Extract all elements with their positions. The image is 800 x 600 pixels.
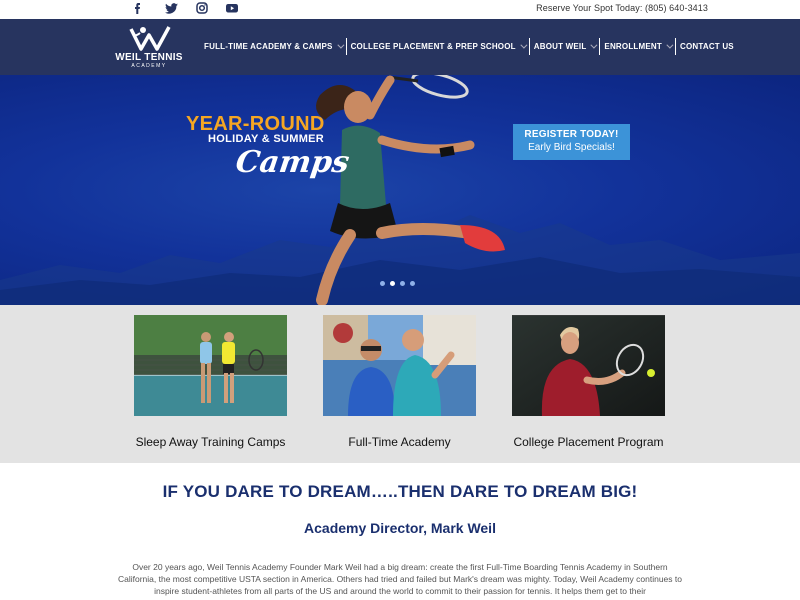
social-links (129, 1, 249, 15)
facebook-icon[interactable] (129, 1, 159, 15)
full-time-academy-image (323, 315, 476, 416)
slider-dot-4[interactable] (410, 281, 415, 286)
register-today-button[interactable]: REGISTER TODAY! Early Bird Specials! (513, 124, 630, 160)
logo-name: WEIL TENNIS (115, 52, 183, 63)
college-placement-image (512, 315, 665, 416)
main-headline: IF YOU DARE TO DREAM…..THEN DARE TO DREA… (162, 482, 638, 501)
hero-title-camps: Camps (233, 145, 352, 180)
nav-item-full-time-academy[interactable]: FULL-TIME ACADEMY & CAMPS (200, 38, 346, 55)
nav-item-contact-us[interactable]: CONTACT US (674, 38, 738, 55)
nav-item-label: COLLEGE PLACEMENT & PREP SCHOOL (350, 42, 516, 51)
intro-paragraph: Over 20 years ago, Weil Tennis Academy F… (118, 562, 682, 596)
hero-title-holiday-summer: HOLIDAY & SUMMER (208, 133, 325, 145)
instagram-icon[interactable] (189, 1, 219, 15)
program-caption: Full-Time Academy (348, 435, 451, 449)
twitter-icon[interactable] (159, 1, 189, 15)
nav-menu: FULL-TIME ACADEMY & CAMPS COLLEGE PLACEM… (200, 38, 738, 55)
director-subheading: Academy Director, Mark Weil (304, 520, 496, 536)
slider-dot-2[interactable] (390, 281, 395, 286)
program-caption: Sleep Away Training Camps (135, 435, 286, 449)
top-bar: Reserve Your Spot Today: (805) 640-3413 (0, 0, 800, 19)
main-navbar: WEIL TENNIS ACADEMY FULL-TIME ACADEMY & … (0, 19, 800, 75)
tennis-player-image (316, 75, 505, 305)
slider-dots (380, 281, 415, 286)
nav-item-label: FULL-TIME ACADEMY & CAMPS (204, 42, 333, 51)
program-card-full-time-academy[interactable]: Full-Time Academy (323, 315, 476, 449)
nav-item-college-placement[interactable]: COLLEGE PLACEMENT & PREP SCHOOL (345, 38, 529, 55)
chevron-down-icon (590, 41, 598, 49)
slider-dot-3[interactable] (400, 281, 405, 286)
chevron-down-icon (336, 41, 345, 49)
nav-item-label: ABOUT WEIL (533, 42, 587, 51)
slider-dot-1[interactable] (380, 281, 385, 286)
logo-mark-icon (129, 26, 171, 51)
logo[interactable]: WEIL TENNIS ACADEMY (113, 25, 185, 71)
programs-section: Sleep Away Training Camps Full-Time Acad… (0, 305, 800, 463)
reserve-phone-text: Reserve Your Spot Today: (805) 640-3413 (536, 3, 708, 13)
nav-item-enrollment[interactable]: ENROLLMENT (599, 38, 675, 55)
nav-item-about-weil[interactable]: ABOUT WEIL (528, 38, 600, 55)
logo-subtitle: ACADEMY (131, 63, 167, 69)
nav-item-label: CONTACT US (679, 42, 734, 51)
chevron-down-icon (666, 41, 674, 49)
program-caption: College Placement Program (513, 435, 664, 449)
register-button-label: REGISTER TODAY! (524, 129, 619, 140)
early-bird-label: Early Bird Specials! (528, 142, 615, 153)
nav-item-label: ENROLLMENT (604, 42, 662, 51)
sleep-away-camps-image (134, 315, 287, 416)
chevron-down-icon (520, 41, 528, 49)
program-card-sleep-away-camps[interactable]: Sleep Away Training Camps (134, 315, 287, 449)
youtube-icon[interactable] (219, 1, 249, 15)
program-card-college-placement[interactable]: College Placement Program (512, 315, 665, 449)
hero-slider[interactable]: YEAR-ROUND HOLIDAY & SUMMER Camps REGIST… (0, 75, 800, 305)
